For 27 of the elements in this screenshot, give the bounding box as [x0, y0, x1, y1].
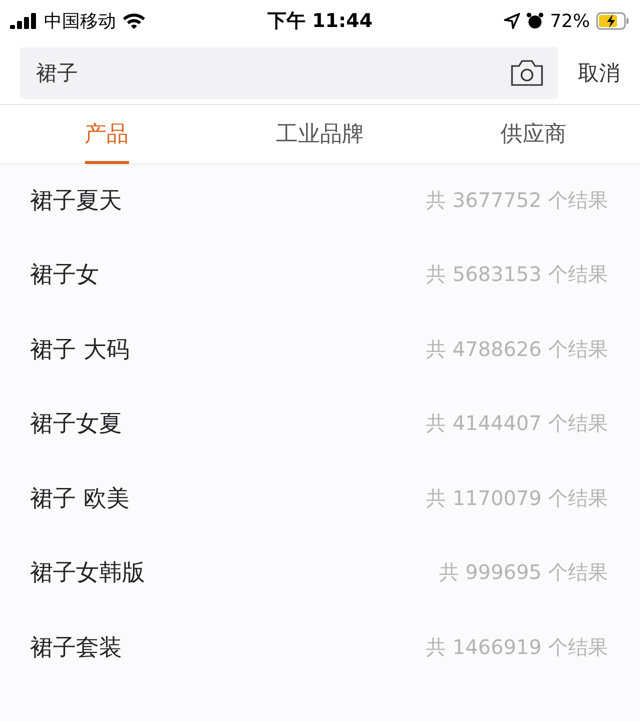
result-count: 共 3677752 个结果 — [426, 186, 608, 214]
cancel-button[interactable]: 取消 — [578, 59, 620, 87]
suggestion-text[interactable]: 裙子 欧美 — [30, 482, 130, 514]
result-count: 共 5683153 个结果 — [426, 261, 608, 288]
suggestion-text[interactable]: 裙子套装 — [30, 632, 122, 663]
wifi-icon — [122, 12, 146, 30]
suggestion-text[interactable]: 裙子女夏 — [30, 408, 122, 440]
category-tab[interactable]: 产品 — [0, 105, 214, 163]
signal-icon — [10, 13, 38, 29]
location-arrow-icon — [504, 13, 520, 29]
result-count: 共 1466919 个结果 — [426, 634, 608, 661]
clock-time: 下午 11:44 — [267, 9, 373, 34]
carrier-name: 中国移动 — [44, 10, 116, 33]
battery-percent: 72% — [550, 10, 590, 32]
category-tab[interactable]: 供应商 — [426, 105, 640, 163]
search-field[interactable]: 裙子 — [20, 47, 558, 99]
suggestion-text[interactable]: 裙子女 — [30, 259, 99, 290]
result-count: 共 1170079 个结果 — [426, 484, 608, 512]
camera-icon[interactable] — [510, 59, 544, 87]
suggestion-text[interactable]: 裙子夏天 — [30, 184, 122, 216]
category-tab[interactable]: 工业品牌 — [213, 105, 427, 163]
suggestion-text[interactable]: 裙子 大码 — [30, 334, 130, 365]
result-count: 共 999695 个结果 — [438, 559, 608, 586]
battery-charging-icon — [596, 12, 630, 30]
result-count: 共 4144407 个结果 — [426, 410, 608, 438]
suggestion-text[interactable]: 裙子女韩版 — [30, 557, 145, 588]
result-count: 共 4788626 个结果 — [426, 336, 608, 363]
